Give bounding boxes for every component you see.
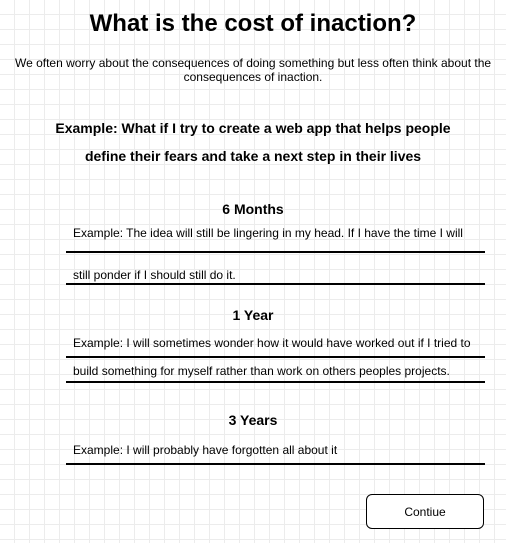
- section-title-6-months: 6 Months: [222, 201, 284, 217]
- one-year-answer-line-1[interactable]: Example: I will sometimes wonder how it …: [73, 336, 483, 350]
- answer-underline: [66, 283, 485, 285]
- six-months-answer-line-1[interactable]: Example: The idea will still be lingerin…: [73, 226, 483, 240]
- section-title-1-year: 1 Year: [232, 307, 274, 323]
- answer-underline: [66, 463, 485, 465]
- example-heading: Example: What if I try to create a web a…: [55, 120, 451, 164]
- continue-button[interactable]: Contiue: [366, 494, 484, 529]
- section-title-3-years: 3 Years: [228, 412, 278, 428]
- page-subtitle: We often worry about the consequences of…: [14, 56, 492, 84]
- answer-underline: [66, 356, 485, 358]
- three-years-answer-line-1[interactable]: Example: I will probably have forgotten …: [73, 443, 483, 457]
- one-year-answer-line-2[interactable]: build something for myself rather than w…: [73, 364, 483, 378]
- page-title: What is the cost of inaction?: [89, 10, 417, 37]
- six-months-answer-line-2[interactable]: still ponder if I should still do it.: [73, 268, 483, 282]
- answer-underline: [66, 251, 485, 253]
- answer-underline: [66, 381, 485, 383]
